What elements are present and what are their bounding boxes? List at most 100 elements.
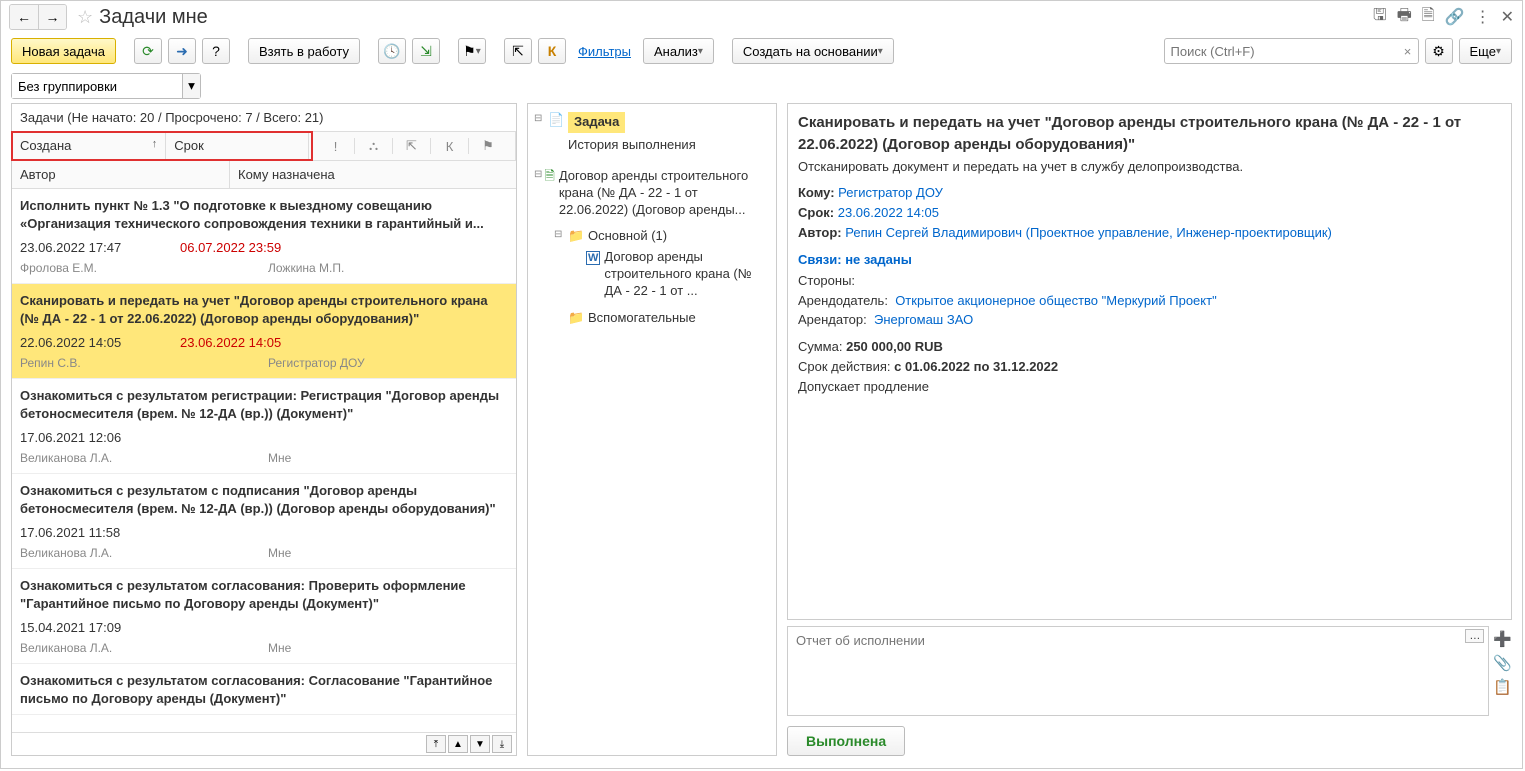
document-icon: 🗎 bbox=[544, 168, 554, 185]
create-based-on-button[interactable]: Создать на основании bbox=[732, 38, 894, 64]
favorite-star-icon[interactable]: ☆ bbox=[77, 7, 93, 28]
column-created[interactable]: Создана ↑ bbox=[12, 132, 166, 160]
tree-history-item[interactable]: История выполнения bbox=[568, 137, 696, 154]
take-to-work-button[interactable]: Взять в работу bbox=[248, 38, 360, 64]
list-first-button[interactable]: ⤒ bbox=[426, 735, 446, 753]
column-flag-icon[interactable]: ⚑ bbox=[469, 138, 507, 154]
task-assigned: Мне bbox=[268, 546, 291, 560]
list-up-button[interactable]: ▲ bbox=[448, 735, 468, 753]
task-title: Сканировать и передать на учет "Договор … bbox=[12, 288, 516, 329]
task-assigned: Регистратор ДОУ bbox=[268, 356, 365, 370]
tab-task[interactable]: Задача bbox=[568, 112, 625, 133]
task-author: Фролова Е.М. bbox=[20, 261, 268, 275]
status-summary: Задачи (Не начато: 20 / Просрочено: 7 / … bbox=[12, 104, 516, 132]
tree-collapse-button[interactable]: ⇱ bbox=[504, 38, 532, 64]
detail-relations[interactable]: Связи: не заданы bbox=[798, 251, 1501, 270]
search-input[interactable] bbox=[1165, 44, 1398, 59]
column-tree-icon[interactable]: ⇱ bbox=[393, 138, 431, 154]
report-input[interactable] bbox=[788, 627, 1488, 654]
forward-button[interactable]: ➜ bbox=[168, 38, 196, 64]
nav-back-button[interactable]: ← bbox=[10, 5, 38, 29]
column-k-icon[interactable]: К bbox=[431, 138, 469, 154]
detail-sum: 250 000,00 RUB bbox=[846, 339, 943, 354]
search-box[interactable]: × bbox=[1164, 38, 1419, 64]
paste-icon[interactable]: 📋 bbox=[1493, 678, 1512, 696]
task-author: Великанова Л.А. bbox=[20, 641, 268, 655]
attach-icon[interactable]: 📎 bbox=[1493, 654, 1512, 672]
column-priority-icon[interactable]: ! bbox=[317, 138, 355, 154]
task-title: Ознакомиться с результатом с подписания … bbox=[12, 478, 516, 519]
flag-menu-button[interactable]: ⚑ bbox=[458, 38, 486, 64]
task-row[interactable]: Ознакомиться с результатом с подписания … bbox=[12, 474, 516, 569]
new-task-button[interactable]: Новая задача bbox=[11, 38, 116, 64]
column-author[interactable]: Автор bbox=[12, 161, 230, 188]
refresh-button[interactable]: ⟳ bbox=[134, 38, 162, 64]
detail-to-link[interactable]: Регистратор ДОУ bbox=[838, 185, 943, 200]
tree-pane: ⊟ 📄 Задача История выполнения ⊟ 🗎 Догово… bbox=[527, 103, 777, 756]
nav-forward-button[interactable]: → bbox=[38, 5, 66, 29]
report-box[interactable]: … bbox=[787, 626, 1489, 716]
task-icon: 📄 bbox=[548, 112, 564, 129]
export-button[interactable]: ⇲ bbox=[412, 38, 440, 64]
page-title: Задачи мне bbox=[99, 6, 208, 29]
link-icon[interactable]: 🔗 bbox=[1445, 7, 1465, 27]
task-row[interactable]: Ознакомиться с результатом регистрации: … bbox=[12, 379, 516, 474]
tree-collapse-icon[interactable]: ⊟ bbox=[534, 168, 542, 181]
tree-collapse-icon[interactable]: ⊟ bbox=[554, 228, 566, 241]
detail-author-link[interactable]: Репин Сергей Владимирович (Проектное упр… bbox=[845, 225, 1332, 240]
folder-icon: 📁 bbox=[568, 310, 584, 327]
task-title: Ознакомиться с результатом регистрации: … bbox=[12, 383, 516, 424]
detail-due-link[interactable]: 23.06.2022 14:05 bbox=[838, 205, 939, 220]
task-assigned: Мне bbox=[268, 451, 291, 465]
task-row[interactable]: Исполнить пункт № 1.3 "О подготовке к вы… bbox=[12, 189, 516, 284]
tree-folder-main[interactable]: Основной (1) bbox=[588, 228, 667, 245]
task-author: Великанова Л.А. bbox=[20, 546, 268, 560]
filters-link[interactable]: Фильтры bbox=[572, 44, 637, 59]
task-author: Репин С.В. bbox=[20, 356, 268, 370]
column-assigned[interactable]: Кому назначена bbox=[230, 161, 516, 188]
preview-icon[interactable]: 🗎 bbox=[1422, 4, 1435, 31]
tree-collapse-icon[interactable]: ⊟ bbox=[534, 112, 546, 125]
task-due: 06.07.2022 23:59 bbox=[180, 240, 281, 255]
analysis-button[interactable]: Анализ bbox=[643, 38, 714, 64]
list-down-button[interactable]: ▼ bbox=[470, 735, 490, 753]
tree-doc-main[interactable]: Договор аренды строительного крана (№ ДА… bbox=[559, 168, 770, 219]
task-row[interactable]: Ознакомиться с результатом согласования:… bbox=[12, 664, 516, 714]
grouping-value bbox=[12, 74, 182, 98]
detail-subtitle: Отсканировать документ и передать на уче… bbox=[798, 158, 1501, 177]
save-icon[interactable]: 🖫 bbox=[1373, 4, 1387, 31]
detail-lessor-link[interactable]: Открытое акционерное общество "Меркурий … bbox=[895, 293, 1217, 308]
detail-lessee-link[interactable]: Энергомаш ЗАО bbox=[874, 312, 973, 327]
task-row[interactable]: Ознакомиться с результатом согласования:… bbox=[12, 569, 516, 664]
done-button[interactable]: Выполнена bbox=[787, 726, 905, 756]
close-icon[interactable]: ✕ bbox=[1501, 7, 1514, 27]
task-due: 23.06.2022 14:05 bbox=[180, 335, 281, 350]
grouping-select[interactable]: ▾ bbox=[11, 73, 201, 99]
add-icon[interactable]: ➕ bbox=[1493, 630, 1512, 648]
search-clear-icon[interactable]: × bbox=[1398, 44, 1418, 59]
print-icon[interactable]: 🖶 bbox=[1397, 4, 1412, 31]
grouping-dropdown-icon[interactable]: ▾ bbox=[182, 74, 200, 98]
tree-folder-aux[interactable]: Вспомогательные bbox=[588, 310, 696, 327]
task-created: 23.06.2022 17:47 bbox=[20, 240, 180, 255]
k-button[interactable]: К bbox=[538, 38, 566, 64]
folder-icon: 📁 bbox=[568, 228, 584, 245]
task-row[interactable]: Сканировать и передать на учет "Договор … bbox=[12, 284, 516, 379]
task-assigned: Ложкина М.П. bbox=[268, 261, 344, 275]
settings-button[interactable]: ⚙ bbox=[1425, 38, 1453, 64]
clock-button[interactable]: 🕓 bbox=[378, 38, 406, 64]
detail-prolong: Допускает продление bbox=[798, 378, 1501, 397]
task-assigned: Мне bbox=[268, 641, 291, 655]
detail-period: с 01.06.2022 по 31.12.2022 bbox=[894, 359, 1058, 374]
column-due[interactable]: Срок bbox=[166, 132, 309, 160]
more-menu-icon[interactable]: ⋮ bbox=[1475, 7, 1491, 27]
column-group-icon[interactable]: ⛬ bbox=[355, 138, 393, 154]
toolbar-more-button[interactable]: Еще bbox=[1459, 38, 1512, 64]
report-expand-button[interactable]: … bbox=[1465, 629, 1484, 643]
list-last-button[interactable]: ⤓ bbox=[492, 735, 512, 753]
task-created: 17.06.2021 12:06 bbox=[20, 430, 180, 445]
detail-panel: Сканировать и передать на учет "Договор … bbox=[787, 103, 1512, 620]
tree-doc-file[interactable]: Договор аренды строительного крана (№ ДА… bbox=[604, 249, 770, 300]
task-created: 15.04.2021 17:09 bbox=[20, 620, 180, 635]
help-button[interactable]: ? bbox=[202, 38, 230, 64]
